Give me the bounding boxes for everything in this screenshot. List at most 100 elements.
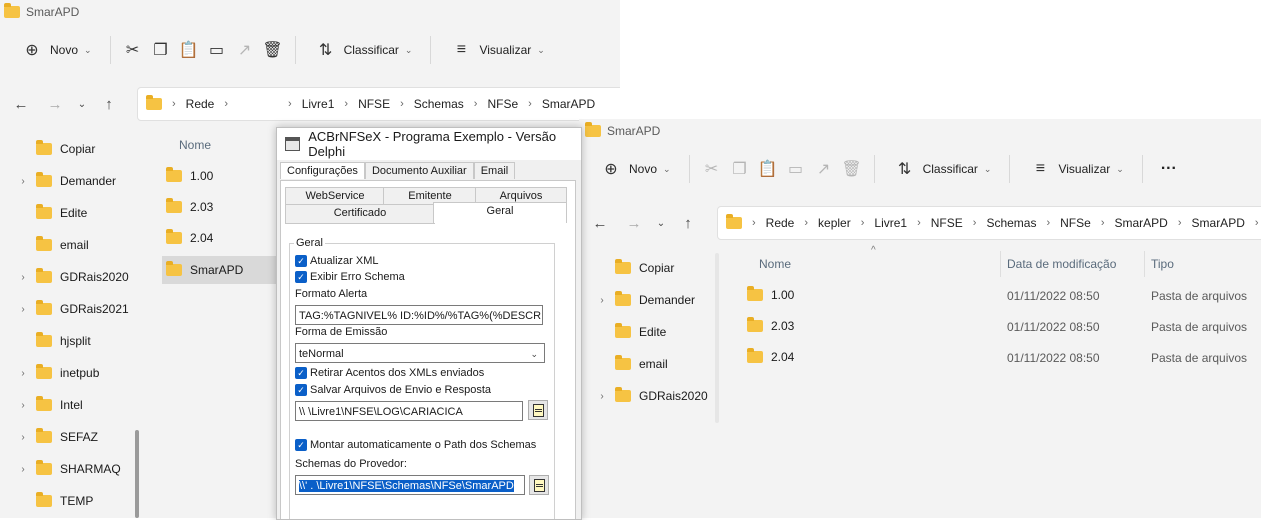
tab-certificado[interactable]: Certificado bbox=[285, 204, 435, 224]
breadcrumb-item[interactable]: SmarAPD bbox=[542, 97, 595, 111]
expand-chevron-icon[interactable]: › bbox=[597, 391, 607, 402]
breadcrumb-item[interactable]: NFSe bbox=[487, 97, 518, 111]
salvar-arquivos-checkbox[interactable]: ✓ Salvar Arquivos de Envio e Resposta bbox=[295, 384, 491, 396]
expand-chevron-icon[interactable]: › bbox=[18, 304, 28, 315]
sort-button[interactable]: ⇅ Classificar ⌄ bbox=[306, 35, 421, 65]
expand-chevron-icon[interactable]: › bbox=[18, 432, 28, 443]
log-path-input[interactable]: \\ \Livre1\NFSE\LOG\CARIACICA bbox=[295, 401, 523, 421]
sidebar-item[interactable]: › GDRais2020 bbox=[18, 268, 129, 284]
cut-icon[interactable]: ✂ bbox=[700, 159, 724, 179]
retirar-acentos-checkbox[interactable]: ✓ Retirar Acentos dos XMLs enviados bbox=[295, 367, 484, 379]
montar-path-checkbox[interactable]: ✓ Montar automaticamente o Path dos Schem… bbox=[295, 439, 536, 451]
breadcrumb-item[interactable]: Livre1 bbox=[874, 216, 907, 230]
sidebar-item[interactable]: › SEFAZ bbox=[18, 428, 98, 444]
breadcrumb-item[interactable]: Livre1 bbox=[302, 97, 335, 111]
tab-geral[interactable]: Geral bbox=[433, 202, 567, 223]
toolbar-divider bbox=[109, 36, 111, 64]
delete-icon[interactable]: 🗑 bbox=[261, 40, 285, 60]
share-icon[interactable]: ↗ bbox=[233, 40, 257, 60]
column-header-name[interactable]: Nome bbox=[759, 257, 791, 271]
new-button[interactable]: ⊕ Novo ⌄ bbox=[591, 154, 679, 184]
column-header-type[interactable]: Tipo bbox=[1151, 257, 1174, 271]
sidebar-item[interactable]: › inetpub bbox=[18, 364, 99, 380]
breadcrumb-item[interactable]: NFSE bbox=[931, 216, 963, 230]
sidebar-item[interactable]: email bbox=[597, 355, 668, 371]
more-options-button[interactable]: ··· bbox=[1153, 154, 1185, 184]
copy-icon[interactable]: ❐ bbox=[149, 40, 173, 60]
sidebar-scrollbar[interactable] bbox=[715, 253, 719, 423]
sidebar-item[interactable]: › GDRais2021 bbox=[18, 300, 129, 316]
recent-locations-icon[interactable]: ⌄ bbox=[651, 218, 671, 229]
column-header-name[interactable]: Nome bbox=[179, 138, 211, 152]
expand-chevron-icon[interactable]: › bbox=[18, 400, 28, 411]
expand-chevron-icon[interactable]: › bbox=[18, 272, 28, 283]
cut-icon[interactable]: ✂ bbox=[121, 40, 145, 60]
new-button[interactable]: ⊕ Novo ⌄ bbox=[12, 35, 100, 65]
paste-icon[interactable]: 📋 bbox=[756, 159, 780, 179]
view-button[interactable]: ≡ Visualizar ⌄ bbox=[441, 35, 552, 65]
copy-icon[interactable]: ❐ bbox=[728, 159, 752, 179]
sidebar-item[interactable]: Copiar bbox=[18, 140, 95, 156]
sidebar-item[interactable]: › GDRais2020 bbox=[597, 387, 708, 403]
sidebar-item[interactable]: › Intel bbox=[18, 396, 83, 412]
breadcrumb-item[interactable]: Rede bbox=[766, 216, 795, 230]
list-item[interactable]: 1.00 bbox=[166, 167, 213, 183]
browse-log-button[interactable] bbox=[528, 400, 548, 420]
sidebar-item[interactable]: › SHARMAQ bbox=[18, 460, 121, 476]
sidebar-item[interactable]: Copiar bbox=[597, 259, 674, 275]
forward-icon[interactable]: → bbox=[617, 215, 651, 232]
sidebar-item[interactable]: › Demander bbox=[597, 291, 695, 307]
breadcrumb-item[interactable]: NFSe bbox=[1060, 216, 1091, 230]
expand-chevron-icon[interactable]: › bbox=[18, 464, 28, 475]
rename-icon[interactable]: ▭ bbox=[205, 40, 229, 60]
list-item[interactable]: 1.00 bbox=[747, 286, 794, 302]
expand-chevron-icon[interactable]: › bbox=[597, 295, 607, 306]
sidebar-item[interactable]: › Demander bbox=[18, 172, 116, 188]
sidebar-item[interactable]: hjsplit bbox=[18, 332, 91, 348]
expand-chevron-icon[interactable]: › bbox=[18, 176, 28, 187]
list-item[interactable]: 2.03 bbox=[166, 198, 213, 214]
sidebar-item[interactable]: email bbox=[18, 236, 89, 252]
sidebar-scrollbar[interactable] bbox=[135, 430, 139, 518]
paste-icon[interactable]: 📋 bbox=[177, 40, 201, 60]
tab-email[interactable]: Email bbox=[473, 162, 516, 179]
address-bar[interactable]: › Rede › kepler › Livre1 › NFSE › Schema… bbox=[717, 206, 1261, 240]
breadcrumb-item[interactable]: SmarAPD bbox=[1192, 216, 1245, 230]
exibir-erro-schema-checkbox[interactable]: ✓ Exibir Erro Schema bbox=[295, 271, 405, 283]
tab-documento-auxiliar[interactable]: Documento Auxiliar bbox=[364, 162, 474, 179]
schemas-path-input[interactable]: \\' . \Livre1\NFSE\Schemas\NFSe\SmarAPD bbox=[295, 475, 525, 495]
tab-configuracoes[interactable]: Configurações bbox=[280, 162, 365, 179]
address-bar[interactable]: › Rede › › Livre1 › NFSE › Schemas › NFS… bbox=[137, 87, 620, 121]
sort-button[interactable]: ⇅ Classificar ⌄ bbox=[885, 154, 1000, 184]
back-icon[interactable]: ← bbox=[583, 215, 617, 232]
browse-schemas-button[interactable] bbox=[529, 475, 549, 495]
forward-icon[interactable]: → bbox=[38, 96, 72, 113]
rename-icon[interactable]: ▭ bbox=[784, 159, 808, 179]
up-icon[interactable]: ↑ bbox=[671, 215, 705, 232]
up-icon[interactable]: ↑ bbox=[92, 96, 126, 113]
breadcrumb-item[interactable]: kepler bbox=[818, 216, 851, 230]
list-item[interactable]: 2.03 bbox=[747, 317, 794, 333]
tab-webservice[interactable]: WebService bbox=[285, 187, 385, 205]
view-button[interactable]: ≡ Visualizar ⌄ bbox=[1020, 154, 1131, 184]
formato-alerta-input[interactable]: TAG:%TAGNIVEL% ID:%ID%/%TAG%(%DESCRI bbox=[295, 305, 543, 325]
sidebar-item[interactable]: Edite bbox=[18, 204, 87, 220]
expand-chevron-icon[interactable]: › bbox=[18, 368, 28, 379]
forma-emissao-select[interactable]: teNormal ⌄ bbox=[295, 343, 545, 363]
list-item[interactable]: 2.04 bbox=[166, 229, 213, 245]
atualizar-xml-checkbox[interactable]: ✓ Atualizar XML bbox=[295, 255, 378, 267]
list-item-selected[interactable]: SmarAPD bbox=[162, 256, 276, 284]
column-header-date[interactable]: Data de modificação bbox=[1007, 257, 1116, 271]
delete-icon[interactable]: 🗑 bbox=[840, 159, 864, 179]
breadcrumb-item[interactable]: Schemas bbox=[414, 97, 464, 111]
share-icon[interactable]: ↗ bbox=[812, 159, 836, 179]
back-icon[interactable]: ← bbox=[4, 96, 38, 113]
sidebar-item[interactable]: TEMP bbox=[18, 492, 93, 508]
recent-locations-icon[interactable]: ⌄ bbox=[72, 99, 92, 110]
list-item[interactable]: 2.04 bbox=[747, 348, 794, 364]
breadcrumb-item[interactable]: SmarAPD bbox=[1115, 216, 1168, 230]
breadcrumb-item[interactable]: Schemas bbox=[986, 216, 1036, 230]
breadcrumb-item[interactable]: NFSE bbox=[358, 97, 390, 111]
sidebar-item[interactable]: Edite bbox=[597, 323, 666, 339]
breadcrumb-item[interactable]: Rede bbox=[186, 97, 215, 111]
